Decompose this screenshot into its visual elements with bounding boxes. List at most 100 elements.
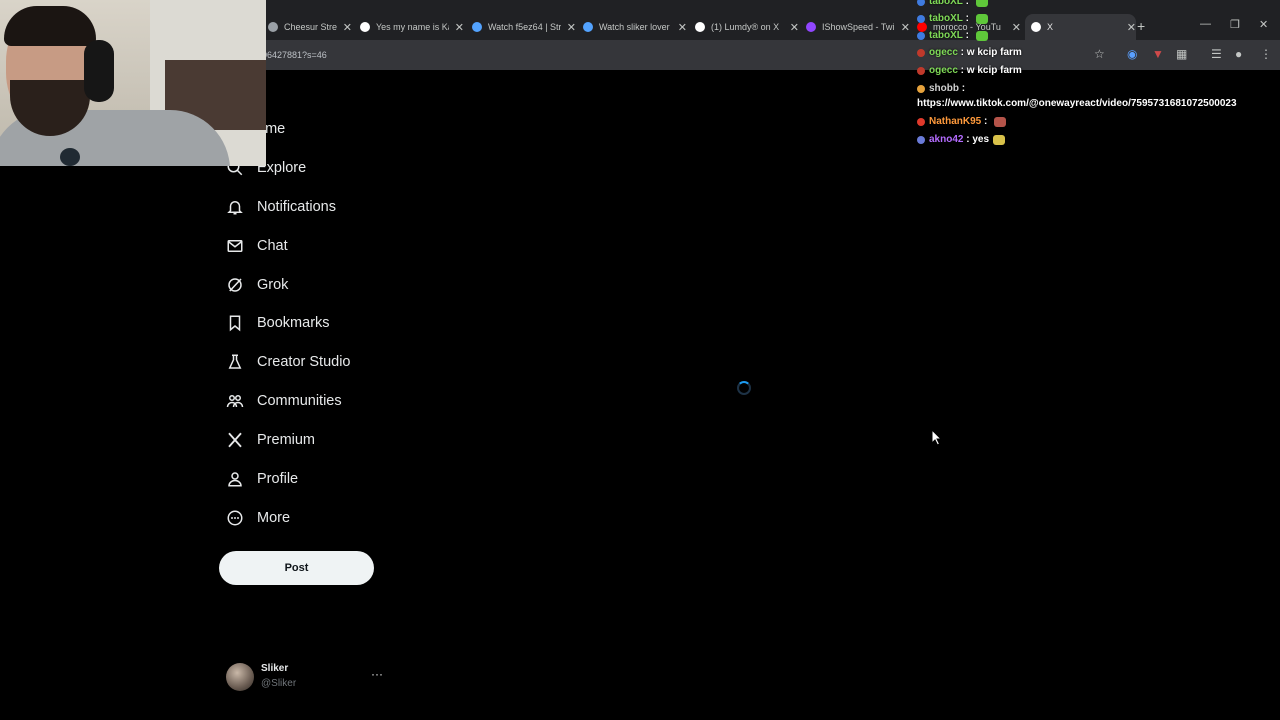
chat-username: akno42: [929, 134, 964, 145]
sidebar-item-profile[interactable]: Profile: [226, 465, 298, 493]
close-tab-icon[interactable]: ✕: [343, 21, 352, 34]
tab-title: Yes my name is Ka: [376, 22, 449, 32]
sidebar-item-label: Communities: [257, 393, 342, 409]
x-icon: [695, 22, 705, 32]
chat-username: taboXL: [929, 0, 963, 7]
chat-username: shobb: [929, 83, 959, 94]
close-tab-icon[interactable]: ✕: [901, 21, 910, 34]
mouse-cursor-icon: [931, 429, 943, 446]
sidebar-item-label: Profile: [257, 471, 299, 487]
tab-title: Watch f5ez64 | Str: [488, 22, 561, 32]
account-name: Sliker: [261, 663, 289, 674]
chat-text: w kcip farm: [966, 47, 1022, 58]
close-tab-icon[interactable]: ✕: [790, 21, 799, 34]
chat-badge-icon: [917, 48, 925, 57]
chat-username: ogecc: [929, 47, 958, 58]
chat-message: shobb :: [917, 83, 968, 94]
browser-menu-icon[interactable]: ⋮: [1260, 47, 1272, 61]
sidebar-item-notifications[interactable]: Notifications: [226, 193, 336, 221]
chat-separator: :: [957, 65, 967, 76]
chat-message: taboXL :: [917, 0, 988, 7]
sidebar-item-communities[interactable]: Communities: [226, 387, 342, 415]
chat-message: akno42 : yes: [917, 134, 1006, 145]
chat-badge-icon: [917, 117, 925, 126]
chat-text: https://www.tiktok.com/@onewayreact/vide…: [917, 98, 1237, 109]
tab[interactable]: Watch sliker lover ✕: [583, 17, 687, 37]
account-more-icon[interactable]: ···: [371, 667, 383, 681]
sidebar-item-label: More: [257, 510, 291, 526]
chat-separator: :: [957, 47, 967, 58]
sidebar-item-label: Creator Studio: [257, 354, 351, 370]
chat-emote-icon: [994, 116, 1007, 127]
sidebar-item-label: Notifications: [257, 199, 336, 215]
tiktok-icon: [360, 22, 370, 32]
kick-icon: [472, 22, 482, 32]
mail-icon: [226, 237, 244, 255]
sidebar-item-premium[interactable]: Premium: [226, 426, 315, 454]
tab[interactable]: (1) Lumdy® on X ✕: [695, 17, 799, 37]
more-circle-icon: [226, 509, 244, 527]
chat-badge-icon: [917, 84, 925, 93]
sidebar-item-grok[interactable]: Grok: [226, 271, 288, 299]
stream-chat-overlay: taboXL : taboXL : taboXL : ogecc : w kci…: [917, 0, 1257, 150]
tab[interactable]: Watch f5ez64 | Str ✕: [472, 17, 576, 37]
sidebar-item-more[interactable]: More: [226, 504, 290, 532]
bookmark-icon: [226, 314, 244, 332]
bell-icon: [226, 198, 244, 216]
tab[interactable]: Yes my name is Ka ✕: [360, 17, 464, 37]
account-handle: @Sliker: [261, 678, 297, 689]
chat-emote-icon: [975, 30, 988, 41]
sidebar-item-label: Chat: [257, 238, 288, 254]
address-bar[interactable]: 06427881?s=46: [262, 45, 912, 65]
chat-username: taboXL: [929, 13, 963, 24]
chat-text: yes: [972, 134, 990, 145]
x-logo-icon: [226, 431, 244, 449]
generic-tab-icon: [268, 22, 278, 32]
sidebar-item-bookmarks[interactable]: Bookmarks: [226, 309, 330, 337]
chat-text: w kcip farm: [966, 65, 1022, 76]
tab-title: IShowSpeed - Twi: [822, 22, 895, 32]
chat-badge-icon: [917, 14, 925, 23]
close-window-icon[interactable]: ✕: [1259, 18, 1268, 31]
chat-username: NathanK95: [929, 116, 982, 127]
chat-badge-icon: [917, 0, 925, 6]
close-tab-icon[interactable]: ✕: [567, 21, 576, 34]
chat-emote-icon: [975, 13, 988, 24]
chat-separator: :: [962, 30, 972, 41]
sidebar-item-creator-studio[interactable]: Creator Studio: [226, 348, 351, 376]
chat-message: ogecc : w kcip farm: [917, 65, 1022, 76]
flask-icon: [226, 353, 244, 371]
chat-message: ogecc : w kcip farm: [917, 47, 1022, 58]
chat-separator: :: [959, 83, 968, 94]
tab[interactable]: Cheesur Stream - ✕: [268, 17, 352, 37]
loading-spinner: [737, 381, 751, 395]
sidebar-item-chat[interactable]: Chat: [226, 232, 288, 260]
chat-message: https://www.tiktok.com/@onewayreact/vide…: [917, 98, 1237, 109]
communities-icon: [226, 392, 244, 410]
chat-username: ogecc: [929, 65, 958, 76]
chat-emote-icon: [975, 0, 988, 7]
post-button[interactable]: Post: [219, 551, 374, 585]
chat-message: NathanK95 :: [917, 116, 1007, 127]
avatar: [226, 663, 254, 691]
chat-badge-icon: [917, 31, 925, 40]
chat-separator: :: [962, 0, 972, 7]
person-icon: [226, 470, 244, 488]
chat-separator: :: [962, 13, 972, 24]
chat-message: taboXL :: [917, 13, 988, 24]
tab-title: Cheesur Stream -: [284, 22, 337, 32]
kick-icon: [583, 22, 593, 32]
chat-message: taboXL :: [917, 30, 988, 41]
grok-icon: [226, 276, 244, 294]
sidebar-item-label: Premium: [257, 432, 316, 448]
sidebar-item-label: Bookmarks: [257, 315, 330, 331]
tab-title: (1) Lumdy® on X: [711, 22, 780, 32]
close-tab-icon[interactable]: ✕: [678, 21, 687, 34]
tab-title: Watch sliker lover: [599, 22, 670, 32]
tab[interactable]: IShowSpeed - Twi ✕: [806, 17, 910, 37]
sidebar-item-label: Grok: [257, 277, 289, 293]
chat-badge-icon: [917, 66, 925, 75]
close-tab-icon[interactable]: ✕: [455, 21, 464, 34]
account-switcher[interactable]: Sliker @Sliker ···: [226, 661, 391, 693]
chat-badge-icon: [917, 135, 925, 144]
